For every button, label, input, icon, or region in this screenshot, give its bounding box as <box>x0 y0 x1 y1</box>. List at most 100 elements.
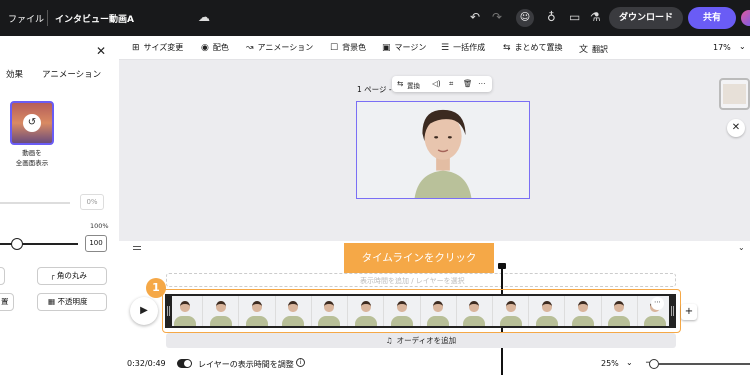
square-icon: ☐ <box>330 43 339 53</box>
zoom-slider-knob[interactable] <box>649 359 659 369</box>
toolbar: ⊞ サイズ変更 ◉ 配色 ↝ アニメーション ☐ 背景色 ▣ マージン ☰ 一括作成 ⇆ まと… <box>119 36 750 60</box>
corner-icon: ╭ <box>50 271 55 280</box>
zoom-level[interactable]: 17% <box>713 43 731 52</box>
music-note-icon: ♫ <box>385 336 393 345</box>
disabled-slider <box>0 202 70 204</box>
document-title[interactable]: インタビュー動画A <box>55 12 134 25</box>
crop-icon[interactable]: ⌗ <box>449 79 453 89</box>
replace-label[interactable]: 置換 <box>407 80 420 90</box>
clip-frame <box>348 296 385 326</box>
add-audio-button[interactable]: ♫ オーディオを追加 <box>166 333 676 348</box>
color-scheme-button[interactable]: ◉ 配色 <box>201 42 229 53</box>
playback-time: 0:32/0:49 <box>127 359 166 368</box>
percent-input: 0% <box>80 194 104 210</box>
comment-icon[interactable]: ▭ <box>569 10 580 24</box>
video-frame[interactable] <box>356 101 530 199</box>
volume-icon[interactable]: ◁) <box>432 79 441 88</box>
tab-effects[interactable]: 効果 <box>6 68 23 80</box>
translate-icon: 文 <box>579 45 589 55</box>
clip-frame <box>565 296 602 326</box>
close-icon[interactable]: ✕ <box>96 44 106 58</box>
chevron-down-icon[interactable]: ⌄ <box>739 42 746 51</box>
instruction-banner: タイムラインをクリック <box>344 243 494 273</box>
clip-frame <box>601 296 638 326</box>
play-icon: ▶ <box>140 305 148 316</box>
account-icon[interactable]: ☺ <box>516 9 534 27</box>
partial-button-2[interactable]: 置 <box>0 293 14 311</box>
add-page-button[interactable]: + <box>681 304 697 320</box>
timeline-zoom-level[interactable]: 25% <box>601 359 619 368</box>
video-clip[interactable] <box>165 294 676 328</box>
interview-video-image <box>357 102 529 198</box>
translate-button[interactable]: 文翻訳 <box>579 42 608 55</box>
cloud-save-icon[interactable]: ☁ <box>198 10 210 24</box>
trash-icon[interactable]: 🗑 <box>463 79 473 88</box>
partial-button[interactable] <box>0 267 5 285</box>
resize-button[interactable]: ⊞ サイズ変更 <box>132 42 183 53</box>
clip-frame <box>203 296 240 326</box>
close-icon[interactable]: ✕ <box>727 119 745 137</box>
divider <box>47 10 48 26</box>
resize-icon: ⊞ <box>132 43 140 53</box>
max-label: 100% <box>90 222 109 230</box>
chevron-down-icon[interactable]: ⌄ <box>738 243 745 252</box>
step-badge: 1 <box>146 278 166 298</box>
chevron-down-icon[interactable]: ⌄ <box>626 358 633 367</box>
page-thumbnail-image <box>723 84 746 104</box>
layer-duration-label: レイヤーの表示時間を調整 <box>198 360 294 369</box>
clip-trim-handle-right[interactable] <box>669 294 676 328</box>
file-menu[interactable]: ファイル <box>8 12 44 25</box>
corner-radius-button[interactable]: ╭ 角の丸み <box>37 267 107 285</box>
download-button[interactable]: ダウンロード <box>609 7 683 29</box>
layer-duration-toggle[interactable] <box>177 359 192 368</box>
clip-trim-handle-left[interactable] <box>165 294 172 328</box>
fullscreen-video-option[interactable]: ↺ <box>10 101 54 145</box>
value-input[interactable]: 100 <box>85 235 107 252</box>
clip-frame <box>239 296 276 326</box>
background-color-button[interactable]: ☐ 背景色 <box>330 42 366 53</box>
clip-frame <box>492 296 530 326</box>
clip-frame <box>311 296 349 326</box>
top-bar: ファイル インタビュー動画A ☁ ↶ ↷ ☺ ♁ ▭ ⚗ ダウンロード 共有 <box>0 0 750 36</box>
animation-button[interactable]: ↝ アニメーション <box>246 42 313 53</box>
fullscreen-video-label: 動画を 全画面表示 <box>15 149 49 167</box>
info-icon[interactable]: i <box>296 358 305 367</box>
clip-frame <box>420 296 457 326</box>
playhead-handle[interactable] <box>498 263 506 269</box>
drag-handle-icon[interactable] <box>133 246 141 250</box>
undo-icon[interactable]: ↶ <box>470 10 480 24</box>
margin-button[interactable]: ▣ マージン <box>382 42 426 53</box>
page-thumbnail[interactable] <box>719 78 750 110</box>
clip-frame <box>167 296 204 326</box>
flask-icon[interactable]: ⚗ <box>590 10 601 24</box>
bulk-replace-button[interactable]: ⇆ まとめて置換 <box>503 42 563 53</box>
list-icon: ☰ <box>441 43 450 53</box>
animation-icon: ↝ <box>246 43 254 53</box>
play-button[interactable]: ▶ <box>130 297 158 325</box>
share-button[interactable]: 共有 <box>688 7 736 29</box>
page-label: 1 ページ - <box>357 85 392 94</box>
left-panel: ✕ 効果 アニメーション ↺ 動画を 全画面表示 0% 100% 100 ╭ 角… <box>0 36 119 375</box>
clip-frame <box>529 296 566 326</box>
value-slider-knob[interactable] <box>11 238 23 250</box>
replace-icon[interactable]: ⇆ <box>397 79 403 88</box>
lightbulb-icon[interactable]: ♁ <box>547 10 556 24</box>
margin-icon: ▣ <box>382 43 391 53</box>
opacity-button[interactable]: ▦ 不透明度 <box>37 293 107 311</box>
user-avatar[interactable] <box>741 10 750 26</box>
more-icon[interactable]: ⋯ <box>651 297 664 310</box>
empty-layer-text: 表示時間を追加 / レイヤーを選択 <box>360 277 465 285</box>
palette-icon: ◉ <box>201 43 209 53</box>
floating-toolbar: ⇆ 置換 ◁) ⌗ 🗑 ⋯ <box>392 76 492 92</box>
redo-icon[interactable]: ↷ <box>492 10 502 24</box>
clip-frame <box>275 296 312 326</box>
tab-animation[interactable]: アニメーション <box>42 68 101 80</box>
replace-icon: ⇆ <box>503 43 511 53</box>
zoom-slider-track[interactable] <box>659 363 750 365</box>
more-icon[interactable]: ⋯ <box>478 79 486 88</box>
opacity-icon: ▦ <box>48 297 56 306</box>
clip-frame <box>456 296 493 326</box>
bulk-create-button[interactable]: ☰ 一括作成 <box>441 42 485 53</box>
clip-frame <box>384 296 421 326</box>
rotate-icon: ↺ <box>23 114 41 132</box>
